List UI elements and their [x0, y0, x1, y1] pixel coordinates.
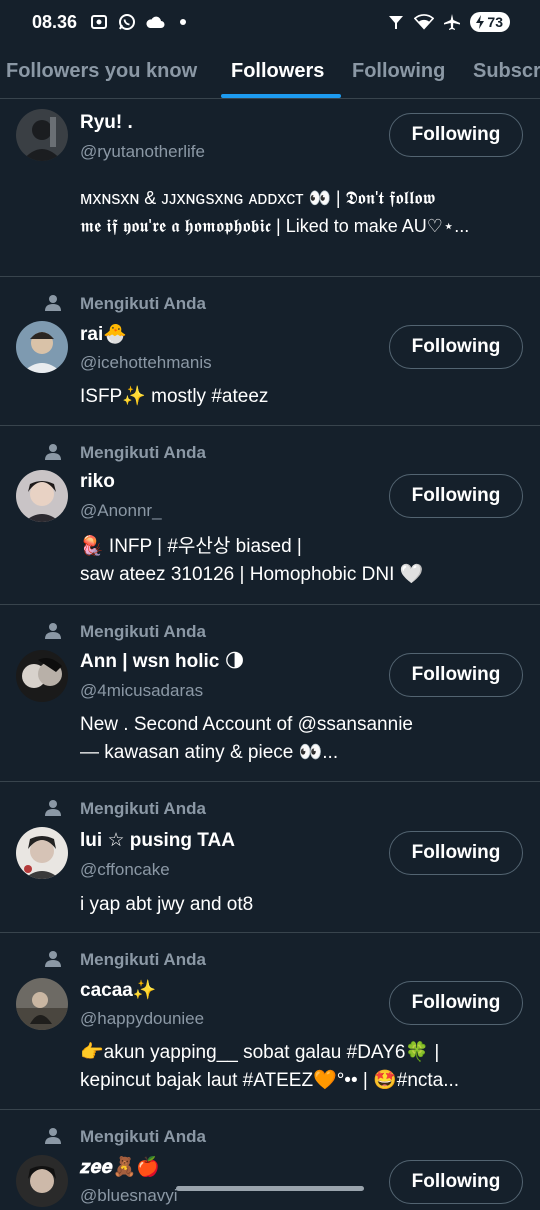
tab-subscriptions[interactable]: Subscri [473, 44, 540, 99]
status-bar: 08.36 73 [0, 0, 540, 44]
following-button[interactable]: Following [389, 981, 523, 1025]
list-item[interactable]: Mengikuti Anda Ann | wsn holic 🌗 @4micus… [0, 605, 540, 782]
user-name[interactable]: rai🐣 [80, 322, 127, 346]
avatar[interactable] [16, 470, 68, 522]
user-name[interactable]: Ann | wsn holic 🌗 [80, 650, 244, 673]
tab-following[interactable]: Following [352, 44, 445, 99]
person-icon [44, 622, 62, 640]
follows-you-text: Mengikuti Anda [80, 950, 206, 970]
following-button[interactable]: Following [389, 831, 523, 875]
follows-you-label: Mengikuti Anda [80, 622, 206, 642]
user-handle[interactable]: @bluesnavyi [80, 1186, 178, 1206]
following-button[interactable]: Following [389, 653, 523, 697]
cloud-icon [145, 12, 165, 32]
user-handle[interactable]: @icehottehmanis [80, 353, 212, 373]
user-name[interactable]: 𝒛𝒆𝒆🧸🍎 [80, 1155, 160, 1179]
user-bio: ISFP✨ mostly #ateez [80, 383, 528, 411]
tab-followers[interactable]: Followers [231, 44, 324, 99]
dot-icon [173, 12, 193, 32]
person-icon [44, 294, 62, 312]
avatar[interactable] [16, 321, 68, 373]
user-handle[interactable]: @Anonnr_ [80, 501, 162, 521]
screenshot-icon [89, 12, 109, 32]
user-name[interactable]: riko [80, 471, 115, 493]
tab-followers-you-know[interactable]: Followers you know [6, 44, 197, 99]
whatsapp-icon [117, 12, 137, 32]
avatar[interactable] [16, 827, 68, 879]
user-handle[interactable]: @ryutanotherlife [80, 142, 205, 162]
user-bio: ᴍxɴsxɴ & ᴊᴊxɴɢsxɴɢ ᴀᴅᴅxᴄᴛ 👀 | 𝕯𝖔𝖓'𝖙 𝖋𝖔𝖑𝖑… [80, 184, 528, 240]
following-button[interactable]: Following [389, 113, 523, 157]
follows-you-text: Mengikuti Anda [80, 1127, 206, 1147]
person-icon [44, 1127, 62, 1145]
follows-you-text: Mengikuti Anda [80, 443, 206, 463]
follows-you-label: Mengikuti Anda [80, 1127, 206, 1147]
avatar[interactable] [16, 1155, 68, 1207]
person-icon [44, 799, 62, 817]
active-tab-indicator [221, 94, 341, 98]
user-handle[interactable]: @happydouniee [80, 1009, 204, 1029]
battery-icon: 73 [470, 12, 510, 32]
avatar[interactable] [16, 978, 68, 1030]
followers-tab-bar: Followers you know Followers Following S… [0, 44, 540, 99]
follows-you-text: Mengikuti Anda [80, 294, 206, 314]
user-bio: 👉akun yapping__ sobat galau #DAY6🍀 | kep… [80, 1039, 528, 1095]
list-item[interactable]: Mengikuti Anda cacaa✨ @happydouniee Foll… [0, 933, 540, 1110]
user-handle[interactable]: @4micusadaras [80, 681, 203, 701]
avatar[interactable] [16, 650, 68, 702]
home-indicator[interactable] [176, 1186, 364, 1191]
list-item[interactable]: Ryu! . @ryutanotherlife Following ᴍxɴsxɴ… [0, 100, 540, 277]
user-handle[interactable]: @cffoncake [80, 860, 170, 880]
follows-you-label: Mengikuti Anda [80, 443, 206, 463]
follows-you-text: Mengikuti Anda [80, 799, 206, 819]
status-time: 08.36 [32, 12, 77, 33]
wifi-icon [414, 12, 434, 32]
follows-you-text: Mengikuti Anda [80, 622, 206, 642]
follows-you-label: Mengikuti Anda [80, 950, 206, 970]
person-icon [44, 950, 62, 968]
list-item[interactable]: Mengikuti Anda riko @Anonnr_ Following 🪼… [0, 426, 540, 605]
list-item[interactable]: Mengikuti Anda rai🐣 @icehottehmanis Foll… [0, 277, 540, 426]
user-bio: New . Second Account of @ssansannie — ka… [80, 711, 528, 767]
following-button[interactable]: Following [389, 1160, 523, 1204]
following-button[interactable]: Following [389, 325, 523, 369]
follows-you-label: Mengikuti Anda [80, 294, 206, 314]
airplane-icon [442, 12, 462, 32]
user-name[interactable]: lui ☆ pusing TAA [80, 829, 235, 852]
battery-level: 73 [487, 14, 503, 30]
signal-icon [386, 12, 406, 32]
list-item[interactable]: Mengikuti Anda lui ☆ pusing TAA @cffonca… [0, 782, 540, 933]
user-name[interactable]: cacaa✨ [80, 978, 157, 1002]
user-name[interactable]: Ryu! . [80, 112, 133, 134]
person-icon [44, 443, 62, 461]
follows-you-label: Mengikuti Anda [80, 799, 206, 819]
user-bio: 🪼 INFP | #우산상 biased | saw ateez 310126 … [80, 533, 528, 589]
following-button[interactable]: Following [389, 474, 523, 518]
avatar[interactable] [16, 109, 68, 161]
user-bio: i yap abt jwy and ot8 [80, 891, 528, 919]
list-item[interactable]: Mengikuti Anda 𝒛𝒆𝒆🧸🍎 @bluesnavyi Followi… [0, 1110, 540, 1210]
